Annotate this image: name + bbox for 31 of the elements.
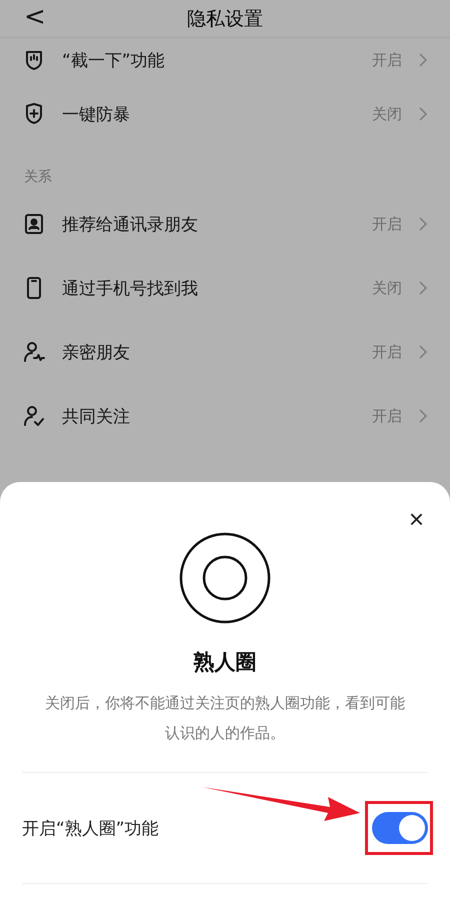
setting-label[interactable]: “截一下”功能 <box>62 48 356 72</box>
setting-label[interactable]: 共同关注 <box>62 404 356 428</box>
circle-icon <box>179 532 271 624</box>
setting-value: 开启 <box>372 214 402 234</box>
setting-label[interactable]: 亲密朋友 <box>62 340 356 364</box>
person-check-icon <box>22 404 46 428</box>
chevron-icon <box>418 344 428 360</box>
chevron-icon <box>418 280 428 296</box>
person-heart-icon <box>22 340 46 364</box>
setting-value: 关闭 <box>372 104 402 124</box>
page-title: 隐私设置 <box>187 6 263 32</box>
setting-value: 开启 <box>372 342 402 362</box>
back-button[interactable]: < <box>24 2 46 32</box>
setting-label[interactable]: 通过手机号找到我 <box>62 276 356 300</box>
chevron-icon <box>418 408 428 424</box>
sheet-description: 关闭后，你将不能通过关注页的熟人圈功能，看到可能认识的人的作品。 <box>44 693 406 744</box>
chevron-icon <box>418 106 428 122</box>
setting-value: 开启 <box>372 50 402 70</box>
toggle-label: 开启“熟人圈”功能 <box>22 818 159 840</box>
toggle-switch[interactable] <box>372 812 428 844</box>
contact-icon <box>22 212 46 236</box>
section-heading: 关系 <box>23 168 53 187</box>
setting-value: 开启 <box>372 406 402 426</box>
setting-value: 关闭 <box>372 278 402 298</box>
setting-label[interactable]: 一键防暴 <box>62 102 356 126</box>
annotation-box <box>365 801 433 855</box>
sheet-title: 熟人圈 <box>194 649 256 676</box>
setting-label[interactable]: 推荐给通讯录朋友 <box>62 212 356 236</box>
chevron-icon <box>418 52 428 68</box>
chevron-icon <box>418 216 428 232</box>
close-button[interactable]: × <box>408 508 424 530</box>
